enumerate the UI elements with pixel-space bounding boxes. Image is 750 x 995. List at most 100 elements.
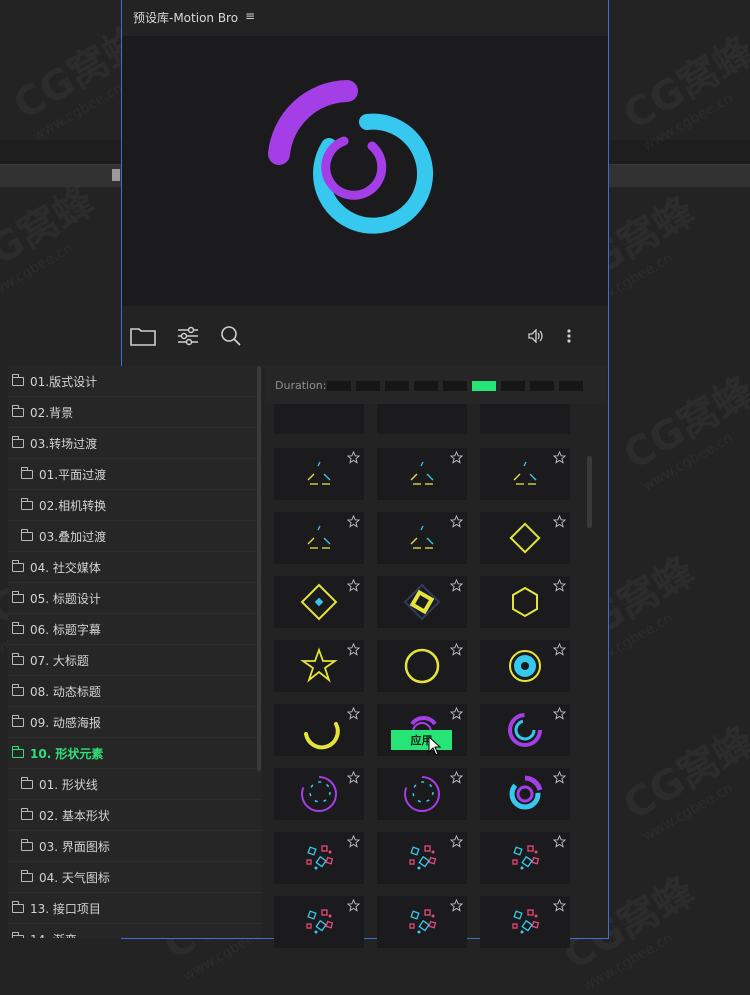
tree-item[interactable]: 02. 基本形状 — [8, 800, 262, 831]
tree-item[interactable]: 04. 社交媒体 — [8, 552, 262, 583]
tree-item-label: 14. 渐变 — [30, 931, 77, 939]
tree-item[interactable]: 13. 接口项目 — [8, 893, 262, 924]
tree-item[interactable]: 03. 界面图标 — [8, 831, 262, 862]
favorite-star-icon[interactable] — [450, 707, 463, 720]
preview-cyan-ring — [313, 113, 434, 234]
duration-segment[interactable] — [414, 381, 438, 391]
preset-thumbnail-ring-dots-purple[interactable] — [274, 768, 364, 820]
tree-item[interactable]: 06. 标题字幕 — [8, 614, 262, 645]
favorite-star-icon[interactable] — [347, 707, 360, 720]
tree-item-label: 10. 形状元素 — [30, 746, 104, 761]
favorite-star-icon[interactable] — [347, 643, 360, 656]
preset-thumbnail-confetti[interactable] — [274, 832, 364, 884]
folder-icon[interactable] — [130, 326, 156, 346]
favorite-star-icon[interactable] — [553, 707, 566, 720]
preset-thumbnail-confetti[interactable] — [274, 896, 364, 948]
preset-thumbnail-diamond[interactable] — [480, 512, 570, 564]
favorite-star-icon[interactable] — [450, 451, 463, 464]
preset-thumbnail-spark-lines[interactable] — [274, 512, 364, 564]
favorite-star-icon[interactable] — [553, 579, 566, 592]
favorite-star-icon[interactable] — [450, 771, 463, 784]
preset-thumbnail-ring-dot[interactable] — [480, 640, 570, 692]
favorite-star-icon[interactable] — [347, 451, 360, 464]
preset-thumbnail-ring-purple-blue[interactable] — [480, 704, 570, 756]
apply-button[interactable]: 应用 — [391, 730, 452, 750]
tree-item[interactable]: 09. 动感海报 — [8, 707, 262, 738]
preset-thumbnail-star[interactable] — [274, 640, 364, 692]
tree-item[interactable]: 01.平面过渡 — [8, 459, 262, 490]
category-tree: 01.版式设计 02.背景 03.转场过渡 01.平面过渡 02.相机转换 03.叠加过渡… — [8, 366, 262, 938]
preset-thumbnail-diamond-filled[interactable] — [377, 576, 467, 628]
tree-item[interactable]: 03.转场过渡 — [8, 428, 262, 459]
preset-thumbnail-confetti[interactable] — [480, 832, 570, 884]
favorite-star-icon[interactable] — [450, 835, 463, 848]
tree-item-label: 03.叠加过渡 — [39, 529, 107, 544]
folder-icon — [21, 528, 33, 541]
volume-icon[interactable] — [528, 329, 544, 343]
favorite-star-icon[interactable] — [553, 451, 566, 464]
preset-thumbnail-diamond-dot[interactable] — [274, 576, 364, 628]
preset-thumbnail-ring-spin[interactable] — [480, 768, 570, 820]
favorite-star-icon[interactable] — [553, 899, 566, 912]
favorite-star-icon[interactable] — [450, 899, 463, 912]
favorite-star-icon[interactable] — [553, 771, 566, 784]
favorite-star-icon[interactable] — [553, 643, 566, 656]
tree-item-label: 01.版式设计 — [30, 374, 98, 389]
preset-thumbnail-circle[interactable] — [377, 640, 467, 692]
preset-thumbnail-spark-lines[interactable] — [480, 448, 570, 500]
duration-segment[interactable] — [327, 381, 351, 391]
preset-thumbnail-spark-lines[interactable] — [274, 448, 364, 500]
tree-item[interactable]: 14. 渐变 — [8, 924, 262, 938]
tree-item-label: 05. 标题设计 — [30, 591, 101, 606]
tree-item[interactable]: 03.叠加过渡 — [8, 521, 262, 552]
more-vertical-icon[interactable] — [566, 328, 572, 344]
favorite-star-icon[interactable] — [347, 515, 360, 528]
watermark-text: CG窝蜂 — [0, 178, 102, 289]
tree-item-label: 07. 大标题 — [30, 653, 89, 668]
tree-item-label: 13. 接口项目 — [30, 901, 101, 916]
favorite-star-icon[interactable] — [450, 579, 463, 592]
duration-segment[interactable] — [472, 381, 496, 391]
mouse-cursor-icon — [428, 736, 442, 756]
preset-thumbnail-arc[interactable] — [274, 704, 364, 756]
tree-item[interactable]: 08. 动态标题 — [8, 676, 262, 707]
preset-thumbnail-spark-lines[interactable] — [377, 512, 467, 564]
duration-segment[interactable] — [530, 381, 554, 391]
preset-grid-scrollbar[interactable] — [587, 456, 592, 528]
duration-segment[interactable] — [559, 381, 583, 391]
favorite-star-icon[interactable] — [347, 835, 360, 848]
tree-item[interactable]: 01. 形状线 — [8, 769, 262, 800]
tree-item-label: 04. 社交媒体 — [30, 560, 101, 575]
tree-item[interactable]: 05. 标题设计 — [8, 583, 262, 614]
preset-thumbnail-confetti[interactable] — [377, 896, 467, 948]
tree-item[interactable]: 02.背景 — [8, 397, 262, 428]
tree-item[interactable]: 01.版式设计 — [8, 366, 262, 397]
duration-label: Duration: — [275, 379, 327, 392]
tree-item[interactable]: 07. 大标题 — [8, 645, 262, 676]
tree-item[interactable]: 10. 形状元素 — [8, 738, 262, 769]
panel-menu-icon[interactable]: ≡ — [245, 9, 255, 23]
favorite-star-icon[interactable] — [450, 643, 463, 656]
preset-thumbnail-hexagon[interactable] — [480, 576, 570, 628]
folder-icon — [21, 466, 33, 479]
favorite-star-icon[interactable] — [450, 515, 463, 528]
preset-thumbnail-confetti[interactable] — [377, 832, 467, 884]
tree-item[interactable]: 04. 天气图标 — [8, 862, 262, 893]
favorite-star-icon[interactable] — [347, 579, 360, 592]
category-tree-scrollbar[interactable] — [257, 366, 261, 771]
duration-segment[interactable] — [443, 381, 467, 391]
favorite-star-icon[interactable] — [553, 515, 566, 528]
favorite-star-icon[interactable] — [347, 899, 360, 912]
search-icon[interactable] — [220, 325, 242, 347]
watermark-tile: CG窝蜂www.cgbee.cn — [611, 359, 750, 495]
preset-thumbnail-spark-lines[interactable] — [377, 448, 467, 500]
tree-item[interactable]: 02.相机转换 — [8, 490, 262, 521]
favorite-star-icon[interactable] — [553, 835, 566, 848]
sliders-icon[interactable] — [177, 325, 199, 347]
preset-thumbnail-ring-dots-purple[interactable] — [377, 768, 467, 820]
duration-segment[interactable] — [385, 381, 409, 391]
duration-segment[interactable] — [501, 381, 525, 391]
preset-thumbnail-confetti[interactable] — [480, 896, 570, 948]
duration-segment[interactable] — [356, 381, 380, 391]
favorite-star-icon[interactable] — [347, 771, 360, 784]
